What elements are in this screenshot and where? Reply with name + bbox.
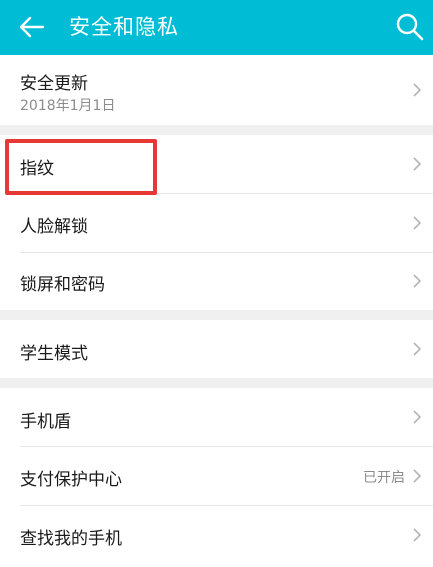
item-label: 查找我的手机 [20, 529, 122, 549]
chevron-right-icon [413, 83, 422, 97]
list-item-payment-protection[interactable]: 支付保护中心 已开启 [0, 447, 433, 505]
group-unlock: 指纹 人脸解锁 锁屏和密码 [0, 135, 433, 310]
list-item-find-my-phone[interactable]: 查找我的手机 [0, 506, 433, 567]
chevron-right-icon [413, 274, 422, 288]
group-student-mode: 学生模式 [0, 320, 433, 378]
item-label: 指纹 [20, 159, 54, 179]
list-item-lock-screen-password[interactable]: 锁屏和密码 [0, 253, 433, 310]
item-label: 人脸解锁 [20, 217, 88, 237]
chevron-right-icon [413, 410, 422, 424]
page-title: 安全和隐私 [69, 15, 179, 39]
item-label: 支付保护中心 [20, 470, 122, 490]
list-item-security-update[interactable]: 安全更新 2018年1月1日 [0, 55, 433, 125]
group-security-update: 安全更新 2018年1月1日 [0, 55, 433, 125]
item-label: 学生模式 [20, 344, 88, 364]
search-icon[interactable] [393, 10, 427, 44]
chevron-right-icon [413, 157, 422, 171]
item-label: 手机盾 [20, 412, 71, 432]
item-subtitle: 2018年1月1日 [20, 98, 116, 114]
group-device-protection: 手机盾 支付保护中心 已开启 查找我的手机 [0, 388, 433, 567]
list-item-student-mode[interactable]: 学生模式 [0, 320, 433, 378]
arrow-left-icon[interactable] [17, 12, 47, 42]
list-item-phone-shield[interactable]: 手机盾 [0, 388, 433, 446]
security-privacy-screen: 安全和隐私 安全更新 2018年1月1日 指纹 人脸解锁 锁屏和密码 学生模式 … [0, 0, 433, 567]
chevron-right-icon [413, 528, 422, 542]
chevron-right-icon [413, 216, 422, 230]
top-bar: 安全和隐私 [0, 0, 433, 55]
list-item-face-unlock[interactable]: 人脸解锁 [0, 194, 433, 252]
item-label: 锁屏和密码 [20, 275, 105, 295]
item-label: 安全更新 [20, 74, 88, 94]
list-item-fingerprint[interactable]: 指纹 [0, 135, 433, 193]
chevron-right-icon [413, 342, 422, 356]
status-value: 已开启 [363, 470, 405, 486]
chevron-right-icon [413, 469, 422, 483]
